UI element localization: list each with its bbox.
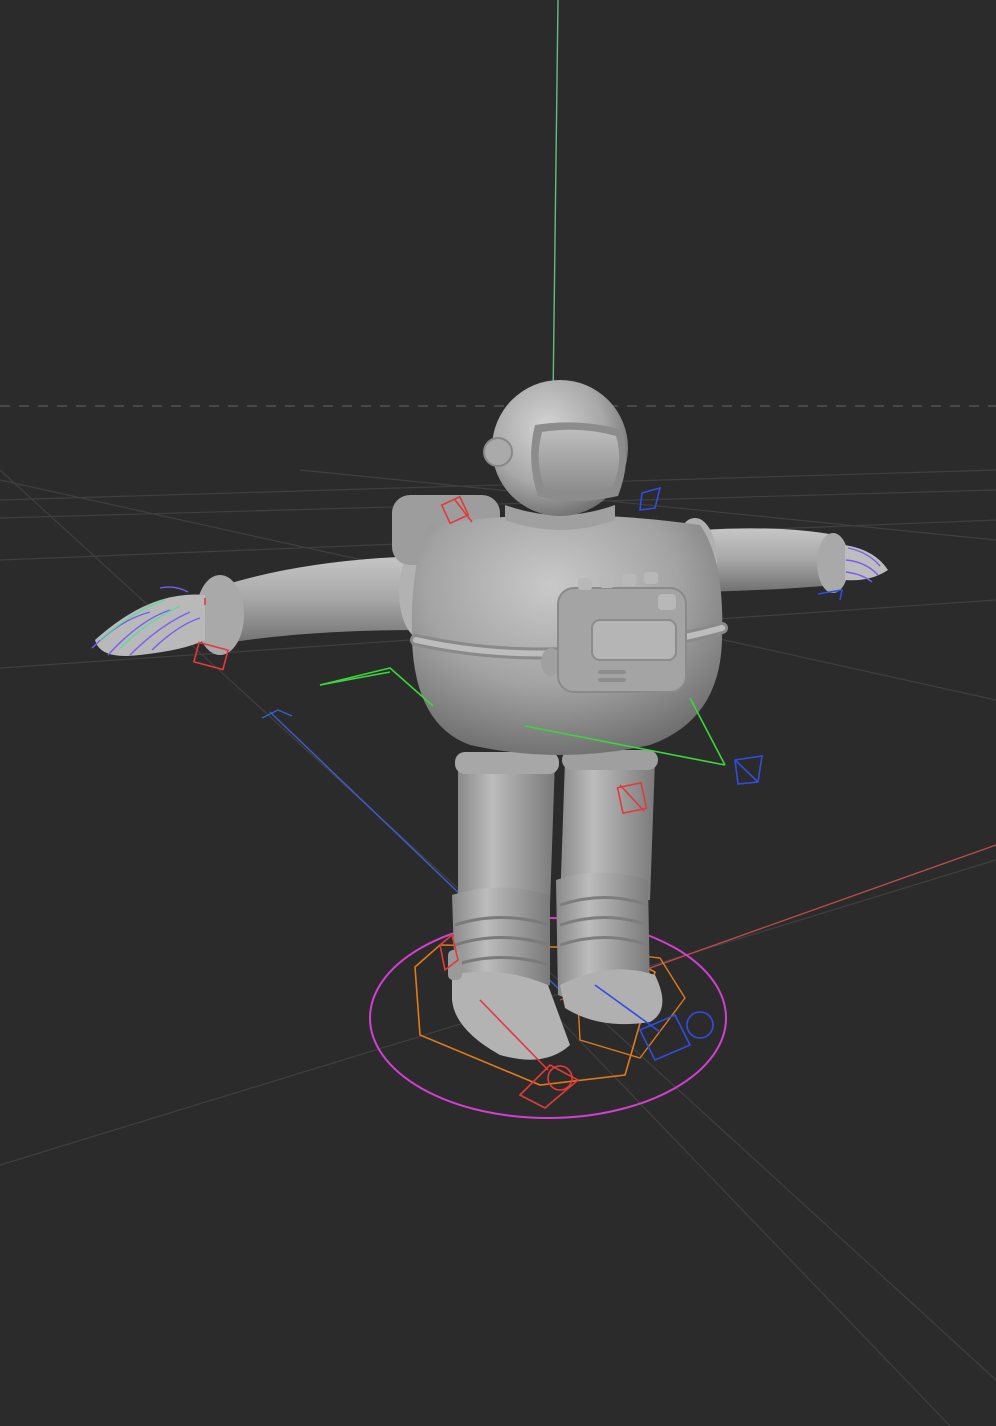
hand-left[interactable]: [95, 594, 205, 656]
leg-right[interactable]: [556, 760, 663, 1025]
y-axis-line: [552, 0, 559, 401]
hand-right[interactable]: [845, 545, 888, 581]
3d-viewport[interactable]: [0, 0, 996, 1426]
viewport-canvas[interactable]: [0, 0, 996, 1426]
helmet[interactable]: [483, 380, 628, 516]
hip-cuff-left: [455, 752, 559, 774]
chest-panel: [557, 572, 687, 693]
leg-left[interactable]: [448, 760, 570, 1060]
